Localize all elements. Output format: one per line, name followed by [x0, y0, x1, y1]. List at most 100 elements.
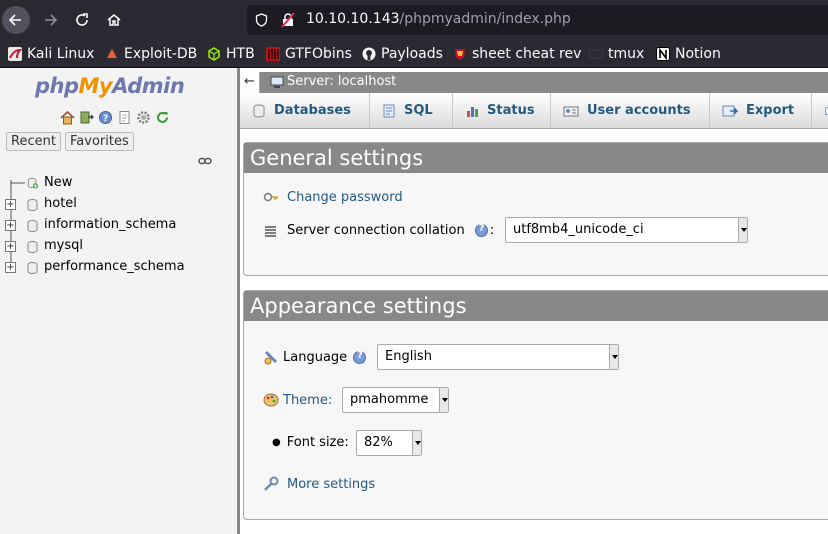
font-size-label: Font size:	[286, 435, 349, 450]
bookmark-kali-linux[interactable]: Kali Linux	[8, 45, 94, 63]
tab-user-accounts[interactable]: User accounts	[551, 93, 710, 128]
reload-icon	[76, 13, 88, 26]
tree-label: New	[44, 175, 73, 190]
theme-row: Theme:	[263, 392, 332, 408]
tab-label: Databases	[274, 103, 351, 118]
tab-status[interactable]: Status	[453, 93, 551, 128]
server-icon	[270, 76, 284, 88]
theme-select[interactable]: pmahomme	[342, 387, 449, 413]
tree-label: mysql	[44, 238, 83, 253]
nav-icon-bar: ?	[60, 110, 170, 125]
general-settings-title: General settings	[244, 143, 828, 173]
more-settings-link[interactable]: More settings	[287, 477, 375, 492]
bookmark-tmux[interactable]: tmux	[589, 45, 644, 63]
arrow-left-icon	[8, 14, 21, 26]
bookmark-label: sheet cheat rev	[472, 46, 582, 62]
language-label: Language	[283, 349, 348, 365]
bookmark-label: Kali Linux	[27, 46, 95, 62]
change-password-row[interactable]: Change password	[263, 189, 403, 205]
favorites-tab[interactable]: Favorites	[65, 132, 134, 151]
tab-label: SQL	[404, 103, 433, 118]
palette-icon	[263, 393, 279, 407]
svg-text:?: ?	[103, 114, 108, 124]
font-size-select[interactable]: 82%	[356, 430, 422, 456]
tab-label: User accounts	[587, 103, 691, 118]
gtfobins-icon	[266, 47, 280, 61]
users-icon	[563, 106, 579, 116]
language-icon	[264, 350, 278, 365]
recent-tab[interactable]: Recent	[6, 132, 61, 151]
export-icon	[722, 105, 738, 116]
ironman-icon	[453, 47, 467, 61]
exploit-db-icon	[105, 47, 119, 61]
collation-select[interactable]: utf8mb4_unicode_ci	[505, 217, 748, 243]
help-icon[interactable]: ?	[98, 110, 113, 125]
bookmark-exploit-db[interactable]: Exploit-DB	[105, 45, 197, 63]
expand-plus-icon[interactable]: +	[5, 262, 16, 273]
browser-toolbar: 10.10.10.143/phpmyadmin/index.php	[0, 0, 828, 40]
expand-plus-icon[interactable]: +	[5, 241, 16, 252]
theme-label[interactable]: Theme:	[283, 393, 332, 408]
font-size-row: ● Font size:	[272, 435, 349, 450]
language-value: English	[385, 349, 432, 364]
tab-sql[interactable]: SQL	[370, 93, 453, 128]
key-lock-icon	[263, 192, 278, 202]
bookmark-gtfobins[interactable]: GTFObins	[266, 45, 352, 63]
forward-button[interactable]	[36, 6, 64, 34]
expand-plus-icon[interactable]: +	[5, 199, 16, 210]
reload-icon[interactable]	[155, 110, 170, 125]
back-button[interactable]	[2, 6, 30, 34]
general-settings-panel: General settings Change password Server …	[243, 142, 828, 276]
wrench-icon	[264, 476, 279, 491]
colon: :	[489, 223, 495, 238]
server-label[interactable]: Server: localhost	[287, 74, 396, 89]
url-text: 10.10.10.143/phpmyadmin/index.php	[306, 11, 571, 27]
database-icon	[253, 104, 265, 118]
url-bar[interactable]: 10.10.10.143/phpmyadmin/index.php	[247, 5, 828, 35]
navigation-panel: phpMyAdmin ? Recent Favorites New + hote…	[0, 68, 237, 534]
bookmark-payloads[interactable]: Payloads	[362, 45, 443, 63]
collation-value: utf8mb4_unicode_ci	[513, 222, 644, 237]
insecure-lock-icon	[281, 12, 295, 28]
logout-icon[interactable]	[79, 110, 94, 125]
bookmark-sheet-cheat-rev[interactable]: sheet cheat rev	[453, 45, 581, 63]
documentation-icon[interactable]	[117, 110, 132, 125]
language-select[interactable]: English	[377, 344, 619, 370]
tab-more[interactable]	[812, 93, 828, 128]
bookmark-htb[interactable]: HTB	[207, 45, 255, 63]
gear-icon[interactable]	[136, 110, 151, 125]
tab-databases[interactable]: Databases	[240, 93, 370, 128]
home-icon[interactable]	[60, 110, 75, 125]
bookmark-label: Payloads	[381, 46, 443, 62]
tab-label: Status	[487, 103, 535, 118]
navigation-resizer[interactable]	[237, 68, 240, 534]
home-button[interactable]	[100, 6, 128, 34]
expand-plus-icon[interactable]: +	[5, 220, 16, 231]
url-host: 10.10.10.143	[306, 11, 400, 27]
language-row: Language	[263, 349, 367, 365]
tab-export[interactable]: Export	[710, 93, 812, 128]
collation-label: Server connection collation	[287, 223, 465, 238]
new-database-icon	[27, 177, 38, 189]
change-password-link[interactable]: Change password	[287, 190, 403, 205]
database-icon	[27, 220, 38, 232]
url-path: /phpmyadmin/index.php	[399, 11, 571, 27]
status-chart-icon	[467, 106, 478, 117]
bookmark-label: Exploit-DB	[124, 46, 198, 62]
collapse-arrow-icon[interactable]: ←	[240, 72, 260, 93]
help-icon[interactable]	[474, 223, 488, 237]
link-icon[interactable]	[198, 155, 212, 170]
phpmyadmin-logo[interactable]: phpMyAdmin	[35, 74, 185, 98]
htb-cube-icon	[207, 47, 221, 61]
more-settings-row[interactable]: More settings	[263, 476, 375, 492]
github-icon	[362, 47, 376, 61]
database-icon	[27, 241, 38, 253]
chevron-down-icon	[609, 345, 618, 369]
reload-button[interactable]	[68, 6, 96, 34]
font-size-value: 82%	[364, 435, 393, 450]
shield-icon	[255, 13, 268, 27]
bookmarks-bar: Kali Linux Exploit-DB HTB GTFObins Paylo…	[0, 40, 828, 68]
help-icon[interactable]	[353, 350, 367, 364]
tree-label: information_schema	[44, 217, 177, 232]
bookmark-notion[interactable]: Notion	[656, 45, 721, 63]
